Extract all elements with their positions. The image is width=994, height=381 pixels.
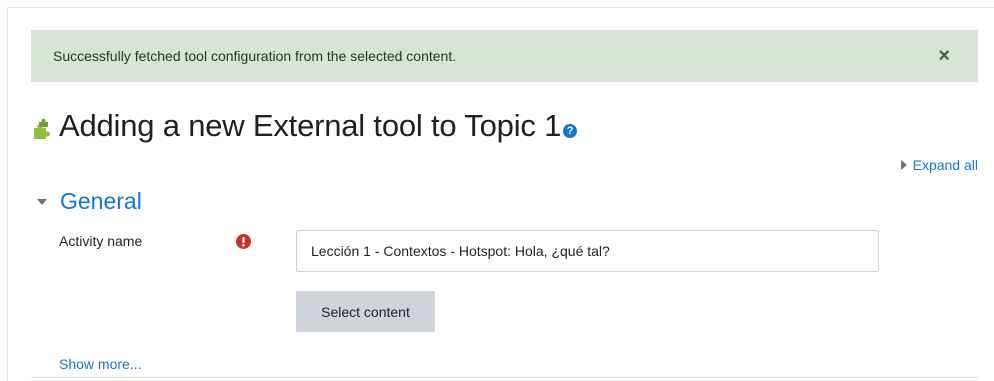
- close-icon[interactable]: ×: [938, 46, 950, 66]
- help-icon[interactable]: ?: [563, 124, 578, 138]
- show-more-link[interactable]: Show more...: [59, 356, 141, 372]
- section-title: General: [60, 187, 142, 214]
- select-content-button[interactable]: Select content: [296, 291, 435, 332]
- activity-name-label: Activity name: [59, 233, 143, 249]
- expand-all-label: Expand all: [912, 157, 978, 173]
- expand-arrow-icon: [900, 160, 907, 170]
- section-general-toggle[interactable]: General: [37, 186, 142, 216]
- puzzle-icon: [34, 118, 50, 139]
- success-alert: Successfully fetched tool configuration …: [31, 30, 978, 82]
- activity-name-input[interactable]: [296, 230, 879, 272]
- required-icon: [236, 234, 251, 249]
- divider: [31, 377, 978, 378]
- alert-message: Successfully fetched tool configuration …: [53, 48, 457, 64]
- page-heading: Adding a new External tool to Topic 1 ?: [31, 106, 578, 146]
- collapse-caret-icon: [37, 199, 47, 205]
- page-title: Adding a new External tool to Topic 1: [59, 108, 562, 143]
- expand-all-link[interactable]: Expand all: [900, 157, 978, 173]
